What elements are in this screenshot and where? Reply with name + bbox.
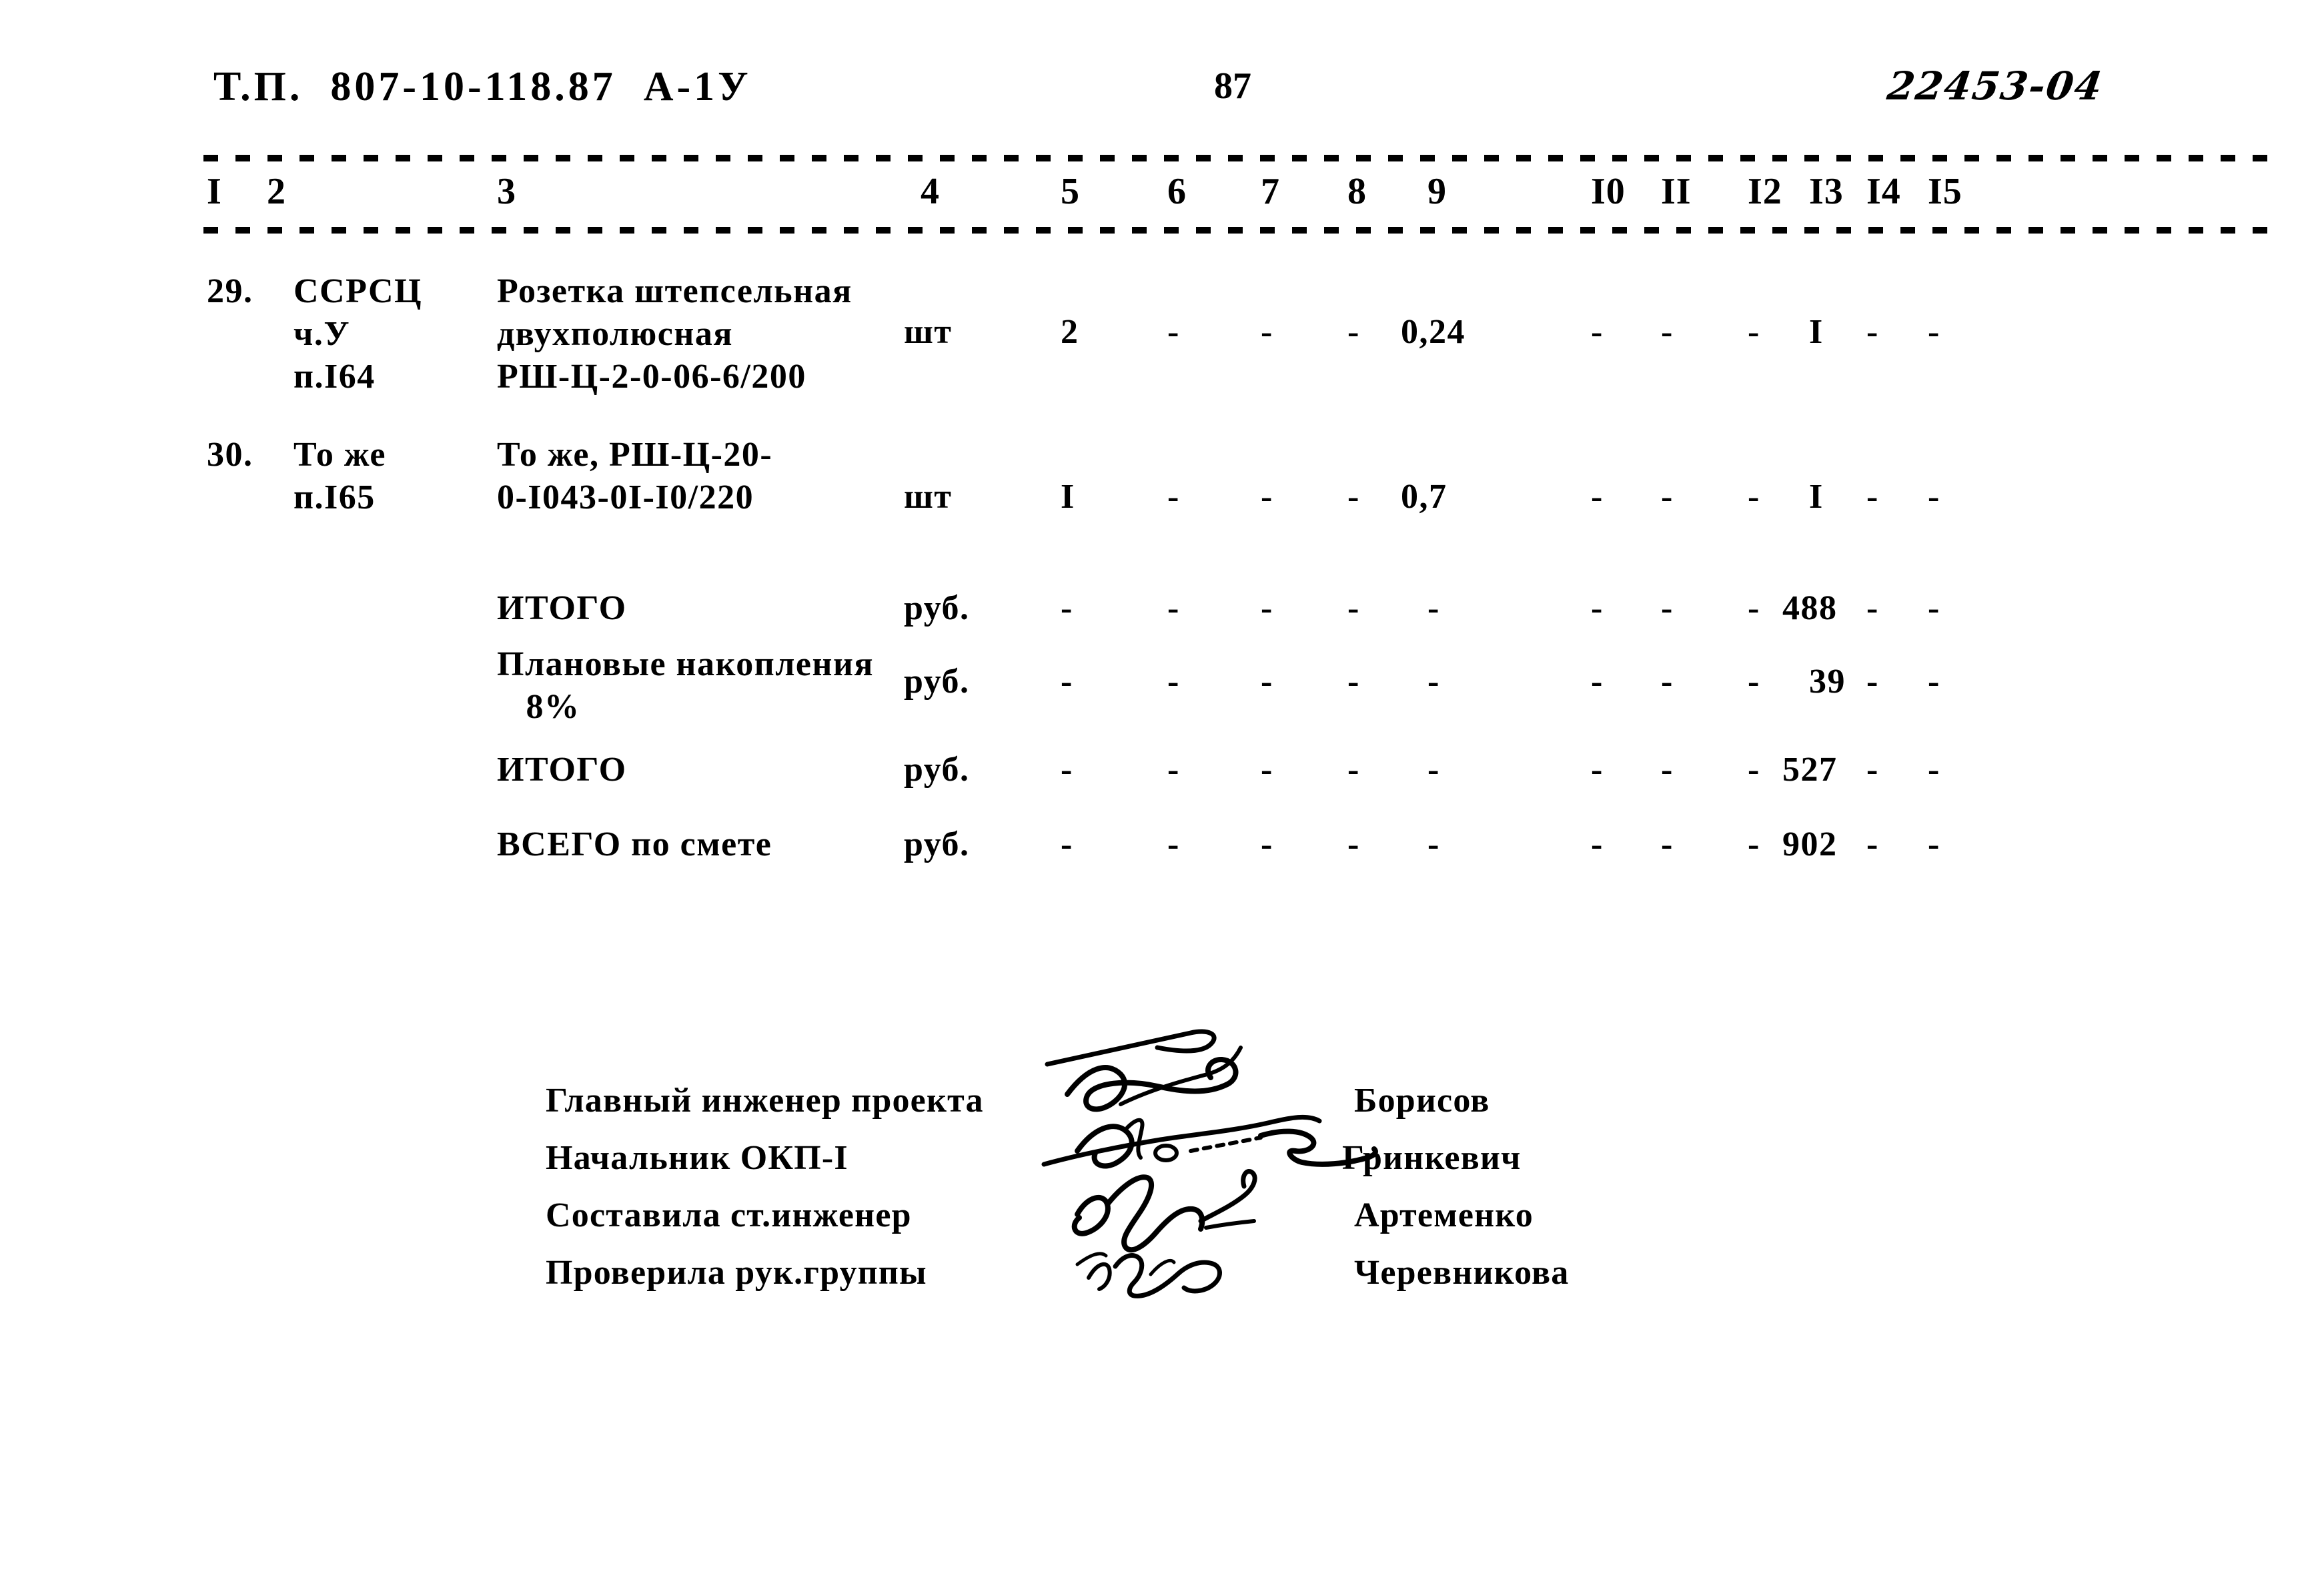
row-value-col10: - [1591, 478, 1604, 516]
row-value-col5: 2 [1061, 313, 1079, 351]
signature-role: Главный инженер проекта [546, 1082, 984, 1120]
summary-value-col14: - [1866, 589, 1879, 627]
summary-label: ИТОГО [497, 589, 627, 627]
signature-name: Борисов [1354, 1082, 1490, 1120]
summary-value-col6: - [1167, 589, 1180, 627]
summary-value-col5: - [1061, 751, 1073, 789]
summary-value-col11: - [1661, 751, 1674, 789]
summary-value-col12: - [1748, 663, 1760, 701]
summary-value-col15: - [1928, 663, 1940, 701]
summary-label: ВСЕГО по смете [497, 825, 772, 863]
summary-value-col12: - [1748, 751, 1760, 789]
row-number: 30. [207, 436, 253, 474]
summary-value-col9: - [1427, 751, 1440, 789]
row-value-col12: - [1748, 313, 1760, 351]
summary-value-col15: - [1928, 589, 1940, 627]
summary-value-col12: - [1748, 825, 1760, 863]
summary-unit: руб. [904, 663, 970, 701]
summary-value-col5: - [1061, 589, 1073, 627]
row-code: ССРСЦ ч.У п.I64 [294, 272, 423, 396]
row-value-col14: - [1866, 478, 1879, 516]
row-value-col15: - [1928, 313, 1940, 351]
row-value-col15: - [1928, 478, 1940, 516]
summary-value-col7: - [1261, 663, 1273, 701]
summary-value-col10: - [1591, 663, 1604, 701]
row-value-col8: - [1347, 478, 1360, 516]
summary-value-col9: - [1427, 589, 1440, 627]
summary-unit: руб. [904, 751, 970, 789]
row-unit: шт [904, 478, 953, 516]
row-value-col14: - [1866, 313, 1879, 351]
row-value-col10: - [1591, 313, 1604, 351]
summary-unit: руб. [904, 825, 970, 863]
row-value-col13: I [1809, 313, 1824, 351]
row-value-col12: - [1748, 478, 1760, 516]
summary-value-col12: - [1748, 589, 1760, 627]
row-value-col8: - [1347, 313, 1360, 351]
table-body: 29. ССРСЦ ч.У п.I64 Розетка штепсельная дв… [0, 0, 2324, 934]
summary-value-col6: - [1167, 663, 1180, 701]
row-number: 29. [207, 272, 253, 310]
summary-value-col15: - [1928, 751, 1940, 789]
summary-value-col8: - [1347, 751, 1360, 789]
signature-name: Черевникова [1354, 1254, 1570, 1292]
row-value-col11: - [1661, 313, 1674, 351]
summary-value-col5: - [1061, 663, 1073, 701]
row-value-col7: - [1261, 313, 1273, 351]
summary-value-col5: - [1061, 825, 1073, 863]
summary-value-col14: - [1866, 663, 1879, 701]
signature-role: Проверила рук.группы [546, 1254, 927, 1292]
row-value-col5: I [1061, 478, 1075, 516]
summary-value-col9: - [1427, 663, 1440, 701]
summary-value-col14: - [1866, 751, 1879, 789]
summary-label: Плановые накопления 8% [497, 645, 875, 726]
row-value-col11: - [1661, 478, 1674, 516]
summary-value-col6: - [1167, 751, 1180, 789]
row-unit: шт [904, 313, 953, 351]
summary-value-col10: - [1591, 751, 1604, 789]
summary-label: ИТОГО [497, 751, 627, 789]
summary-value-col6: - [1167, 825, 1180, 863]
summary-value-col14: - [1866, 825, 1879, 863]
row-description: Розетка штепсельная двухполюсная РШ-Ц-2-… [497, 272, 852, 396]
summary-value-col11: - [1661, 589, 1674, 627]
summary-value-col13: 39 [1809, 663, 1846, 701]
row-value-col9: 0,24 [1401, 313, 1466, 351]
signature-block: Главный инженер проекта Борисов Начальник … [0, 1081, 2324, 1321]
row-value-col6: - [1167, 478, 1180, 516]
row-value-col7: - [1261, 478, 1273, 516]
summary-value-col8: - [1347, 663, 1360, 701]
signature-name: Гринкевич [1342, 1139, 1522, 1177]
summary-value-col11: - [1661, 825, 1674, 863]
summary-value-col15: - [1928, 825, 1940, 863]
summary-value-col8: - [1347, 589, 1360, 627]
row-value-col9: 0,7 [1401, 478, 1447, 516]
signature-name: Артеменко [1354, 1196, 1534, 1234]
summary-value-col8: - [1347, 825, 1360, 863]
summary-value-col10: - [1591, 589, 1604, 627]
summary-value-col13: 902 [1782, 825, 1838, 863]
summary-value-col11: - [1661, 663, 1674, 701]
signature-role: Составила ст.инженер [546, 1196, 912, 1234]
row-description: То же, РШ-Ц-20- 0-I043-0I-I0/220 [497, 436, 773, 516]
summary-value-col9: - [1427, 825, 1440, 863]
summary-value-col7: - [1261, 751, 1273, 789]
summary-value-col10: - [1591, 825, 1604, 863]
signature-role: Начальник ОКП-I [546, 1139, 848, 1177]
summary-value-col13: 527 [1782, 751, 1838, 789]
summary-value-col7: - [1261, 825, 1273, 863]
summary-value-col7: - [1261, 589, 1273, 627]
row-value-col6: - [1167, 313, 1180, 351]
summary-value-col13: 488 [1782, 589, 1838, 627]
summary-unit: руб. [904, 589, 970, 627]
row-value-col13: I [1809, 478, 1824, 516]
row-code: То же п.I65 [294, 436, 386, 516]
